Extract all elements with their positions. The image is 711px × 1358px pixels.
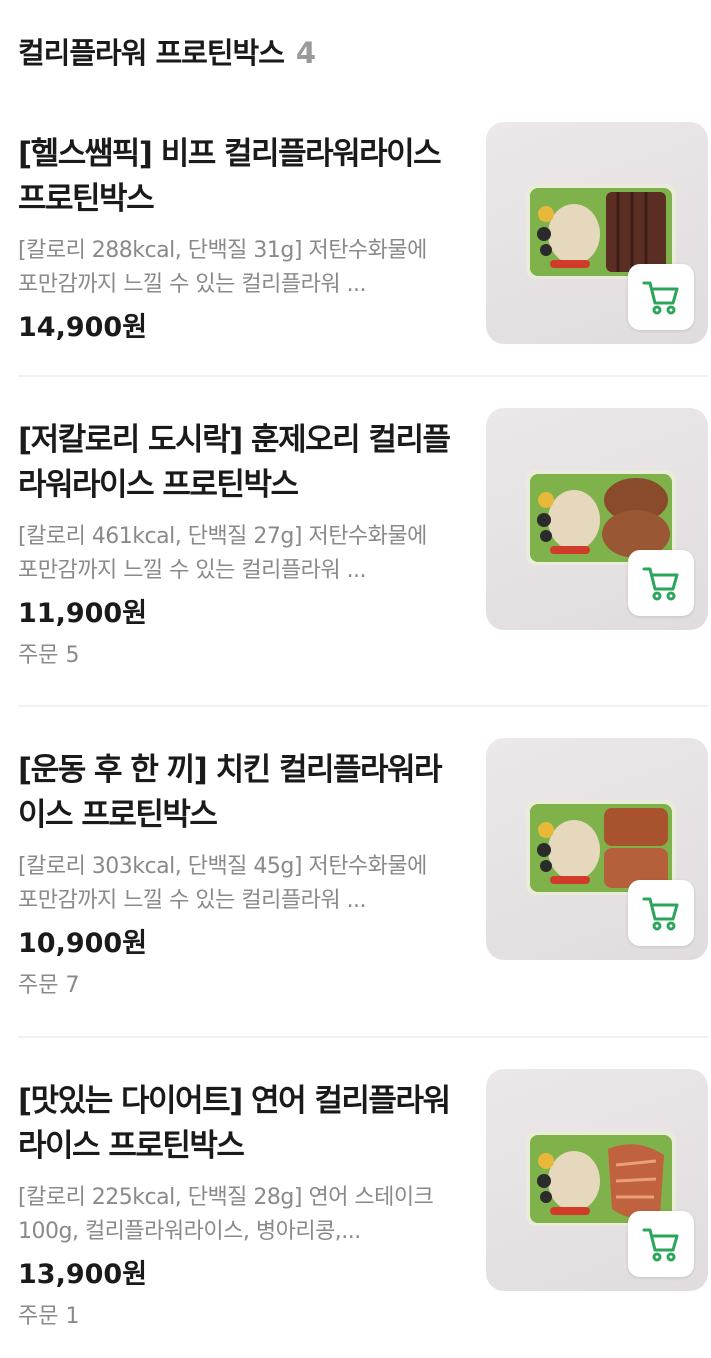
- section-title: 컬리플라워 프로틴박스: [18, 36, 285, 70]
- menu-item-photo[interactable]: [486, 1069, 708, 1291]
- shopping-cart-icon: [642, 567, 679, 601]
- add-to-cart-button[interactable]: [628, 264, 694, 330]
- menu-item-price: 14,900원: [18, 312, 148, 343]
- shopping-cart-icon: [642, 281, 679, 315]
- menu-list-page: 컬리플라워 프로틴박스 4 [헬스쌤픽] 비프 컬리플라워라이스 프로틴박스 […: [0, 0, 711, 1358]
- menu-item-name[interactable]: [운동 후 한 끼] 치킨 컬리플라워라이스 프로틴박스: [18, 748, 458, 838]
- menu-item-name[interactable]: [맛있는 다이어트] 연어 컬리플라워라이스 프로틴박스: [18, 1079, 458, 1169]
- shopping-cart-icon: [642, 897, 679, 931]
- menu-item-info[interactable]: [운동 후 한 끼] 치킨 컬리플라워라이스 프로틴박스 [칼로리 303kca…: [18, 748, 458, 1002]
- add-to-cart-button[interactable]: [628, 550, 694, 616]
- menu-item-info[interactable]: [저칼로리 도시락] 훈제오리 컬리플라워라이스 프로틴박스 [칼로리 461k…: [18, 418, 458, 672]
- menu-item-description: [칼로리 303kcal, 단백질 45g] 저탄수화물에 포만감까지 느낄 수…: [18, 854, 427, 913]
- menu-item-photo[interactable]: [486, 408, 708, 630]
- menu-item-description: [칼로리 461kcal, 단백질 27g] 저탄수화물에 포만감까지 느낄 수…: [18, 524, 427, 583]
- divider: [18, 1036, 708, 1038]
- menu-item-price: 10,900원: [18, 928, 148, 959]
- menu-item-photo[interactable]: [486, 738, 708, 960]
- menu-item-price: 11,900원: [18, 598, 148, 629]
- menu-item-order-count: 주문 1: [18, 1304, 80, 1329]
- add-to-cart-button[interactable]: [628, 1211, 694, 1277]
- menu-item-order-count: 주문 7: [18, 973, 80, 998]
- section-count: 4: [295, 36, 317, 70]
- menu-item-info[interactable]: [헬스쌤픽] 비프 컬리플라워라이스 프로틴박스 [칼로리 288kcal, 단…: [18, 132, 458, 348]
- menu-item-name[interactable]: [헬스쌤픽] 비프 컬리플라워라이스 프로틴박스: [18, 132, 458, 222]
- menu-item-description: [칼로리 225kcal, 단백질 28g] 연어 스테이크 100g, 컬리플…: [18, 1185, 434, 1244]
- menu-item-photo[interactable]: [486, 122, 708, 344]
- add-to-cart-button[interactable]: [628, 880, 694, 946]
- menu-item-price: 13,900원: [18, 1259, 148, 1290]
- menu-item-order-count: 주문 5: [18, 643, 80, 668]
- divider: [18, 705, 708, 707]
- section-header: 컬리플라워 프로틴박스 4: [18, 30, 316, 72]
- menu-item-info[interactable]: [맛있는 다이어트] 연어 컬리플라워라이스 프로틴박스 [칼로리 225kca…: [18, 1079, 458, 1333]
- menu-item-name[interactable]: [저칼로리 도시락] 훈제오리 컬리플라워라이스 프로틴박스: [18, 418, 458, 508]
- divider: [18, 375, 708, 377]
- shopping-cart-icon: [642, 1228, 679, 1262]
- menu-item-description: [칼로리 288kcal, 단백질 31g] 저탄수화물에 포만감까지 느낄 수…: [18, 238, 427, 297]
